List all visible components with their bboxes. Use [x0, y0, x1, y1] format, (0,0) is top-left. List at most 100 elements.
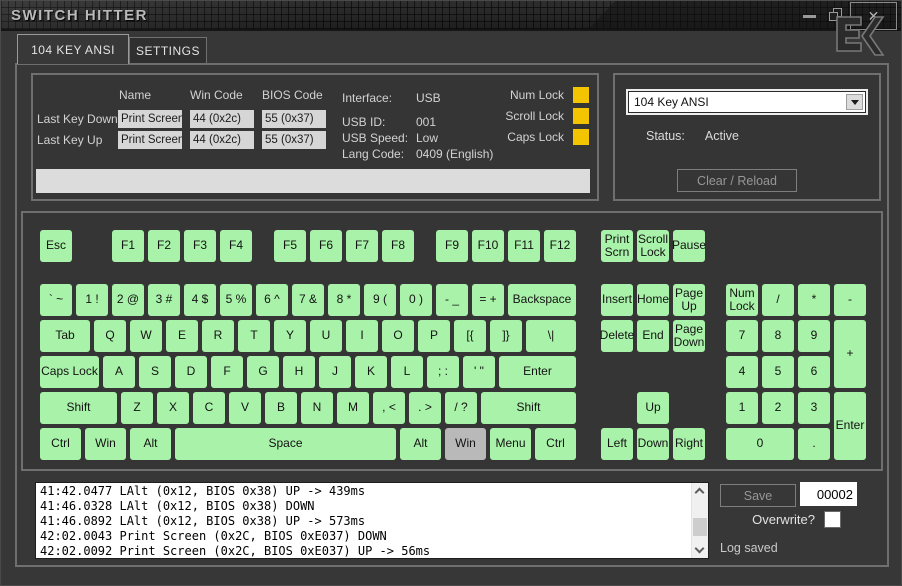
- key-symbol: , <: [373, 392, 405, 424]
- key-tab: Tab: [40, 320, 90, 352]
- layout-dropdown[interactable]: 104 Key ANSI: [628, 91, 866, 113]
- key-h: H: [283, 356, 315, 388]
- keyboard-row: Left Down Right: [599, 426, 707, 462]
- key-u: U: [310, 320, 342, 352]
- lock-indicators: Num Lock Scroll Lock Caps Lock: [505, 87, 589, 145]
- keyboard-nav-section: Print Scrn Scroll Lock Pause Insert Home Page…: [599, 228, 707, 460]
- key-win: Win: [85, 428, 126, 460]
- key-c: C: [193, 392, 225, 424]
- save-counter-field[interactable]: [800, 482, 857, 506]
- key-symbol: -: [834, 284, 866, 316]
- dropdown-arrow-button[interactable]: [846, 94, 863, 110]
- key-f1: F1: [112, 230, 144, 262]
- log-scrollbar[interactable]: [691, 483, 708, 558]
- key-symbol: / ?: [445, 392, 477, 424]
- layout-dropdown-value: 104 Key ANSI: [634, 95, 709, 109]
- last-key-down-label: Last Key Down: [37, 112, 118, 126]
- key-v: V: [229, 392, 261, 424]
- status-line: Status: Active: [646, 129, 739, 143]
- key-0: 0 ): [400, 284, 432, 316]
- key-symbol: . >: [409, 392, 441, 424]
- log-line: 41:42.0477 LAlt (0x12, BIOS 0x38) UP -> …: [40, 484, 366, 498]
- scroll-lock-row: Scroll Lock: [505, 108, 589, 124]
- key-m: M: [337, 392, 369, 424]
- key-5: 5: [762, 356, 794, 388]
- key-f7: F7: [346, 230, 378, 262]
- column-header-win-code: Win Code: [190, 88, 243, 102]
- key-shift: Shift: [40, 392, 117, 424]
- key-z: Z: [121, 392, 153, 424]
- key-f2: F2: [148, 230, 180, 262]
- key-k: K: [355, 356, 387, 388]
- log-line: 41:46.0328 LAlt (0x12, BIOS 0x38) DOWN: [40, 499, 315, 513]
- interface-line: Interface: USB: [342, 91, 441, 105]
- key-win: Win: [445, 428, 486, 460]
- chevron-down-icon: [850, 99, 859, 105]
- usb-speed-line: USB Speed: Low: [342, 131, 439, 145]
- key-4: 4 $: [184, 284, 216, 316]
- caps-lock-indicator: [573, 129, 589, 145]
- key-info-panel: Name Win Code BIOS Code Last Key Down Pr…: [31, 73, 599, 201]
- key-n: N: [301, 392, 333, 424]
- key-5: 5 %: [220, 284, 252, 316]
- key-9: 9 (: [364, 284, 396, 316]
- last-key-up-name: Print Screen: [118, 131, 182, 149]
- log-lines: 41:42.0477 LAlt (0x12, BIOS 0x38) UP -> …: [36, 484, 691, 558]
- key-up: Up: [637, 392, 669, 424]
- key-symbol: ; :: [427, 356, 459, 388]
- scrollbar-thumb[interactable]: [693, 517, 707, 536]
- key-alt: Alt: [130, 428, 171, 460]
- last-key-up-bios-code: 55 (0x37): [262, 131, 326, 149]
- tab-settings[interactable]: SETTINGS: [129, 37, 207, 63]
- keyboard-row: ` ~1 ! 2 @3 #4 $5 % 6 ^ 7 & 8 * 9 (0 ) - _ = + B…: [38, 282, 578, 318]
- last-key-up-win-code: 44 (0x2c): [190, 131, 254, 149]
- usb-id-line: USB ID: 001: [342, 115, 437, 129]
- key-f9: F9: [436, 230, 468, 262]
- key-f8: F8: [382, 230, 414, 262]
- log-line: 41:46.0892 LAlt (0x12, BIOS 0x38) UP -> …: [40, 514, 366, 528]
- overwrite-row: Overwrite?: [720, 511, 841, 528]
- key-symbol: *: [798, 284, 830, 316]
- last-key-down-win-code: 44 (0x2c): [190, 110, 254, 128]
- key-symbol: +: [834, 320, 866, 388]
- key-8: 8 *: [328, 284, 360, 316]
- key-num-lock: Num Lock: [726, 284, 758, 316]
- key-d: D: [175, 356, 207, 388]
- key-r: R: [202, 320, 234, 352]
- key-symbol: \|: [526, 320, 576, 352]
- key-f: F: [211, 356, 243, 388]
- title-bar: SWITCH HITTER ✕: [1, 1, 901, 31]
- minimize-icon[interactable]: [803, 15, 816, 18]
- log-saved-status: Log saved: [720, 541, 778, 555]
- keyboard-spacer: [74, 228, 110, 229]
- scroll-up-icon[interactable]: [694, 487, 705, 498]
- key-enter: Enter: [499, 356, 576, 388]
- keyboard-panel: Esc F1 F2 F3 F4 F5 F6 F7 F8 F9 F10 F11 F12 ` ~1 ! 2 @3…: [21, 211, 883, 471]
- overwrite-checkbox[interactable]: [824, 511, 841, 528]
- key-f5: F5: [274, 230, 306, 262]
- key-f10: F10: [472, 230, 504, 262]
- keyboard-row: Tab Q W E R T Y U I O P[{]} \|: [38, 318, 578, 354]
- layout-panel: 104 Key ANSI Status: Active Clear / Relo…: [613, 73, 881, 201]
- keyboard-numpad-section: Num Lock / * - 7 8 9 +4 5 6 1 2 3 Enter 0.: [724, 282, 868, 462]
- key-2: 2 @: [112, 284, 144, 316]
- key-s: S: [139, 356, 171, 388]
- key-symbol: /: [762, 284, 794, 316]
- key-alt: Alt: [400, 428, 441, 460]
- key-symbol: ` ~: [40, 284, 72, 316]
- keyboard-row: Print Scrn Scroll Lock Pause: [599, 228, 707, 264]
- tab-104-key-ansi[interactable]: 104 KEY ANSI: [17, 34, 129, 64]
- keyboard-row: Insert Home Page Up: [599, 282, 707, 318]
- key-l: L: [391, 356, 423, 388]
- key-delete: Delete: [600, 320, 634, 352]
- save-button[interactable]: Save: [720, 484, 796, 507]
- key-symbol: ' ": [463, 356, 495, 388]
- key-2: 2: [762, 392, 794, 424]
- key-scroll-lock: Scroll Lock: [637, 230, 669, 262]
- key-ctrl: Ctrl: [535, 428, 576, 460]
- scroll-down-icon[interactable]: [694, 543, 705, 554]
- key-e: E: [166, 320, 198, 352]
- column-header-name: Name: [119, 88, 152, 102]
- clear-reload-button[interactable]: Clear / Reload: [677, 169, 797, 192]
- key-q: Q: [94, 320, 126, 352]
